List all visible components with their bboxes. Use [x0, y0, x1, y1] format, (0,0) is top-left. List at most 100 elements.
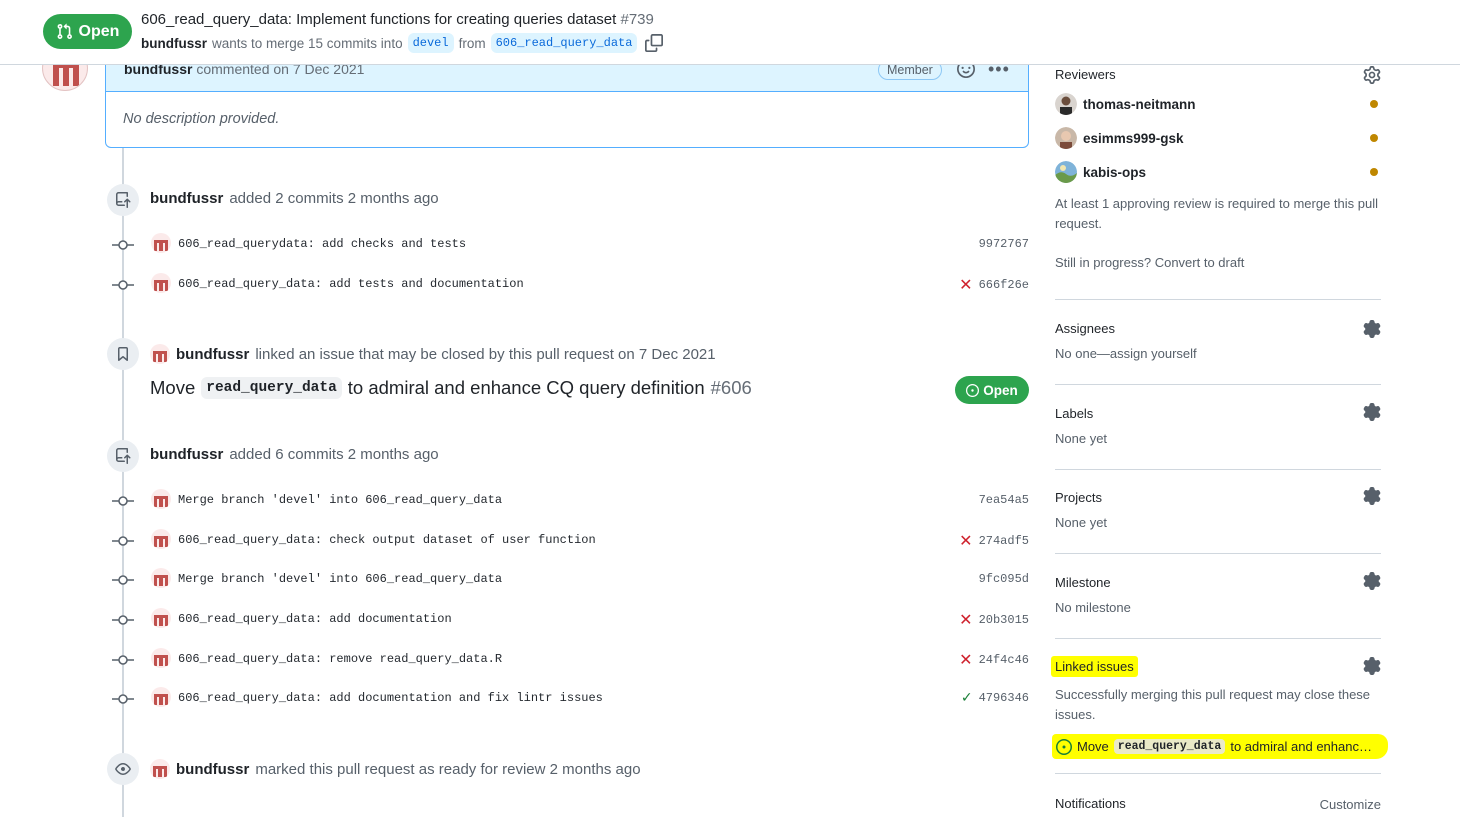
linked-issue-code[interactable]: read_query_data	[1113, 739, 1226, 754]
event-author-avatar[interactable]	[150, 759, 170, 779]
review-requirement-note: At least 1 approving review is required …	[1055, 196, 1378, 231]
pr-author-link[interactable]: bundfussr	[141, 36, 207, 51]
linked-issue-item[interactable]: Move read_query_data to admiral and enha…	[1052, 734, 1388, 759]
gear-icon[interactable]	[1363, 487, 1381, 505]
commit-sha[interactable]: ✓ 4796346	[961, 691, 1029, 705]
labels-heading[interactable]: Labels	[1055, 406, 1381, 421]
reviewer-name[interactable]: kabis-ops	[1083, 165, 1146, 180]
git-commit-icon	[112, 536, 134, 546]
commit-sha-text[interactable]: 7ea54a5	[979, 493, 1029, 507]
sidebar-divider	[1055, 638, 1381, 639]
sidebar-linked-issues: Linked issues	[1051, 656, 1381, 677]
commit-author-avatar[interactable]	[151, 608, 171, 628]
commit-message[interactable]: 606_read_query_data: add documentation	[178, 612, 452, 626]
event-author[interactable]: bundfussr	[150, 446, 223, 463]
x-icon[interactable]: ✕	[959, 612, 972, 628]
reviewer-item[interactable]: esimms999-gsk	[1055, 127, 1381, 149]
commit-sha-text[interactable]: 274adf5	[979, 534, 1029, 548]
x-icon[interactable]: ✕	[959, 533, 972, 549]
commit-author-avatar[interactable]	[151, 529, 171, 549]
issue-number[interactable]: #606	[711, 377, 752, 399]
commit-row: 606_read_query_data: add documentation ✕…	[112, 608, 1029, 632]
assignees-heading[interactable]: Assignees	[1055, 321, 1381, 336]
commit-message[interactable]: 606_read_query_data: add documentation a…	[178, 691, 603, 705]
projects-value: None yet	[1055, 515, 1108, 530]
event-author[interactable]: bundfussr	[176, 346, 249, 363]
sidebar-divider	[1055, 384, 1381, 385]
pr-title-text[interactable]: 606_read_query_data: Implement functions…	[141, 11, 616, 28]
commit-message[interactable]: Merge branch 'devel' into 606_read_query…	[178, 572, 502, 586]
commit-message[interactable]: 606_read_query_data: add tests and docum…	[178, 277, 524, 291]
pr-merge-info: bundfussr wants to merge 15 commits into…	[141, 33, 664, 53]
sidebar-divider	[1055, 773, 1381, 774]
copy-icon[interactable]	[645, 34, 664, 52]
sidebar-projects: Projects None yet	[1055, 487, 1381, 533]
commit-author-avatar[interactable]	[151, 687, 171, 707]
projects-heading[interactable]: Projects	[1055, 490, 1381, 505]
avatar[interactable]	[1055, 93, 1077, 115]
event-description: added 6 commits 2 months ago	[229, 446, 439, 463]
reviewers-heading[interactable]: Reviewers	[1055, 67, 1381, 82]
commit-sha[interactable]: ✕ 666f26e	[959, 277, 1029, 293]
avatar[interactable]	[1055, 161, 1077, 183]
commit-author-avatar[interactable]	[151, 273, 171, 293]
commit-sha[interactable]: 9fc095d	[979, 572, 1029, 586]
gear-icon[interactable]	[1363, 657, 1381, 675]
commit-sha-text[interactable]: 666f26e	[979, 278, 1029, 292]
base-branch[interactable]: devel	[407, 33, 454, 53]
commit-author-avatar[interactable]	[151, 233, 171, 253]
assignees-value[interactable]: No one—assign yourself	[1055, 344, 1381, 364]
pending-review-dot	[1370, 168, 1378, 176]
sidebar-divider	[1055, 469, 1381, 470]
commit-message[interactable]: 606_read_querydata: add checks and tests	[178, 237, 466, 251]
commit-sha-text[interactable]: 24f4c46	[979, 653, 1029, 667]
event-author[interactable]: bundfussr	[176, 761, 249, 778]
linked-issue-title[interactable]: Move read_query_data to admiral and enha…	[150, 377, 752, 399]
sticky-pr-header: Open 606_read_query_data: Implement func…	[0, 0, 1460, 65]
milestone-heading[interactable]: Milestone	[1055, 575, 1381, 590]
gear-icon[interactable]	[1363, 66, 1381, 84]
gear-icon[interactable]	[1363, 320, 1381, 338]
gear-icon[interactable]	[1363, 572, 1381, 590]
check-icon[interactable]: ✓	[961, 691, 973, 705]
eye-icon	[115, 763, 131, 775]
issue-title-prefix[interactable]: Move	[150, 377, 195, 399]
commit-message[interactable]: 606_read_query_data: check output datase…	[178, 533, 596, 547]
commit-sha-text[interactable]: 4796346	[979, 691, 1029, 705]
sidebar-notifications: Notifications Customize	[1055, 795, 1381, 813]
commit-author-avatar[interactable]	[151, 648, 171, 668]
sidebar-milestone: Milestone No milestone	[1055, 572, 1381, 618]
convert-to-draft-link[interactable]: Still in progress? Convert to draft	[1055, 253, 1381, 273]
reviewer-item[interactable]: kabis-ops	[1055, 161, 1381, 183]
head-branch[interactable]: 606_read_query_data	[490, 33, 638, 53]
commit-sha[interactable]: ✕ 274adf5	[959, 533, 1029, 549]
event-added-commits-2: bundfussr added 6 commits 2 months ago	[150, 446, 439, 463]
commit-sha[interactable]: 9972767	[979, 237, 1029, 251]
linked-issue-suffix[interactable]: to admiral and enhanc…	[1230, 739, 1372, 754]
commit-sha[interactable]: ✕ 20b3015	[959, 612, 1029, 628]
x-icon[interactable]: ✕	[959, 652, 972, 668]
event-author[interactable]: bundfussr	[150, 190, 223, 207]
avatar[interactable]	[1055, 127, 1077, 149]
commit-author-avatar[interactable]	[151, 489, 171, 509]
issue-title-suffix[interactable]: to admiral and enhance CQ query definiti…	[348, 377, 705, 399]
commit-message[interactable]: Merge branch 'devel' into 606_read_query…	[178, 493, 502, 507]
linked-issue-prefix[interactable]: Move	[1077, 739, 1109, 754]
reviewer-name[interactable]: esimms999-gsk	[1083, 131, 1184, 146]
event-author-avatar[interactable]	[150, 344, 170, 364]
commit-sha[interactable]: 7ea54a5	[979, 493, 1029, 507]
commit-sha-text[interactable]: 9fc095d	[979, 572, 1029, 586]
reviewer-name[interactable]: thomas-neitmann	[1083, 97, 1196, 112]
linked-issues-heading[interactable]: Linked issues	[1051, 656, 1138, 677]
commit-sha-text[interactable]: 9972767	[979, 237, 1029, 251]
commit-author-avatar[interactable]	[151, 568, 171, 588]
issue-title-code[interactable]: read_query_data	[201, 377, 342, 399]
gear-icon[interactable]	[1363, 403, 1381, 421]
issue-state-badge: Open	[955, 376, 1029, 404]
reviewer-item[interactable]: thomas-neitmann	[1055, 93, 1381, 115]
customize-notifications-link[interactable]: Customize	[1320, 795, 1381, 815]
commit-sha-text[interactable]: 20b3015	[979, 613, 1029, 627]
commit-message[interactable]: 606_read_query_data: remove read_query_d…	[178, 652, 502, 666]
commit-sha[interactable]: ✕ 24f4c46	[959, 652, 1029, 668]
x-icon[interactable]: ✕	[959, 277, 972, 293]
